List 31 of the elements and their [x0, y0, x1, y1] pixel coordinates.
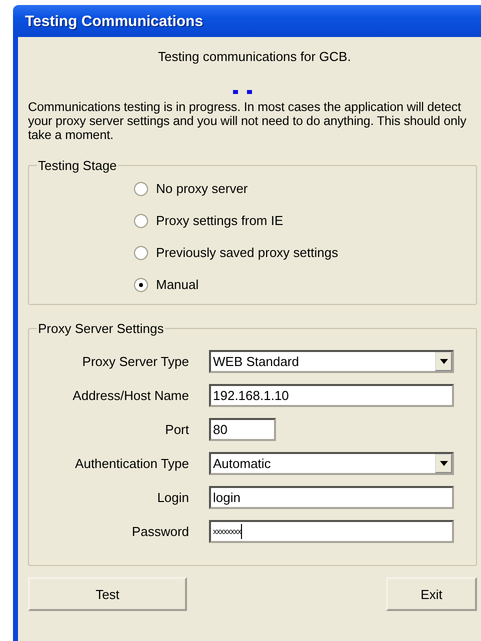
input-field[interactable]: login: [209, 486, 454, 509]
radio-label[interactable]: Manual: [156, 277, 199, 292]
radio-button[interactable]: [134, 278, 148, 292]
radio-button[interactable]: [134, 214, 148, 228]
radio-button[interactable]: [134, 182, 148, 196]
field-label: Authentication Type: [75, 456, 189, 471]
exit-button[interactable]: Exit: [386, 577, 477, 611]
field-label: Proxy Server Type: [82, 354, 189, 369]
text-cursor-icon: [241, 524, 243, 539]
group-title: Testing Stage: [37, 158, 118, 173]
radio-label[interactable]: Previously saved proxy settings: [156, 245, 338, 260]
password-field[interactable]: xxxxxxxx: [209, 520, 454, 543]
dropdown-field[interactable]: Automatic: [209, 452, 454, 475]
dropdown-arrow-icon[interactable]: [440, 461, 448, 466]
radio-label[interactable]: Proxy settings from IE: [156, 213, 284, 228]
test-button[interactable]: Test: [28, 577, 187, 611]
radio-button[interactable]: [134, 246, 148, 260]
dropdown-field[interactable]: WEB Standard: [209, 350, 454, 373]
radio-label[interactable]: No proxy server: [156, 181, 248, 196]
status-message: Communications testing is in progress. In most cases the application will detect your proxy server settings and you will not need to do anything. This should only take a moment.: [28, 100, 468, 142]
window-title: Testing Communications: [25, 12, 204, 30]
input-field[interactable]: 192.168.1.10: [209, 384, 454, 407]
group-title: Proxy Server Settings: [37, 321, 165, 336]
field-label: Port: [165, 422, 189, 437]
heading-text: Testing communications for GCB.: [158, 49, 351, 64]
progress-dots-icon: [232, 90, 252, 94]
field-label: Address/Host Name: [72, 388, 189, 403]
field-label: Login: [157, 490, 189, 505]
field-label: Password: [132, 524, 189, 539]
input-field[interactable]: 80: [209, 418, 276, 441]
dropdown-arrow-icon[interactable]: [440, 359, 448, 364]
